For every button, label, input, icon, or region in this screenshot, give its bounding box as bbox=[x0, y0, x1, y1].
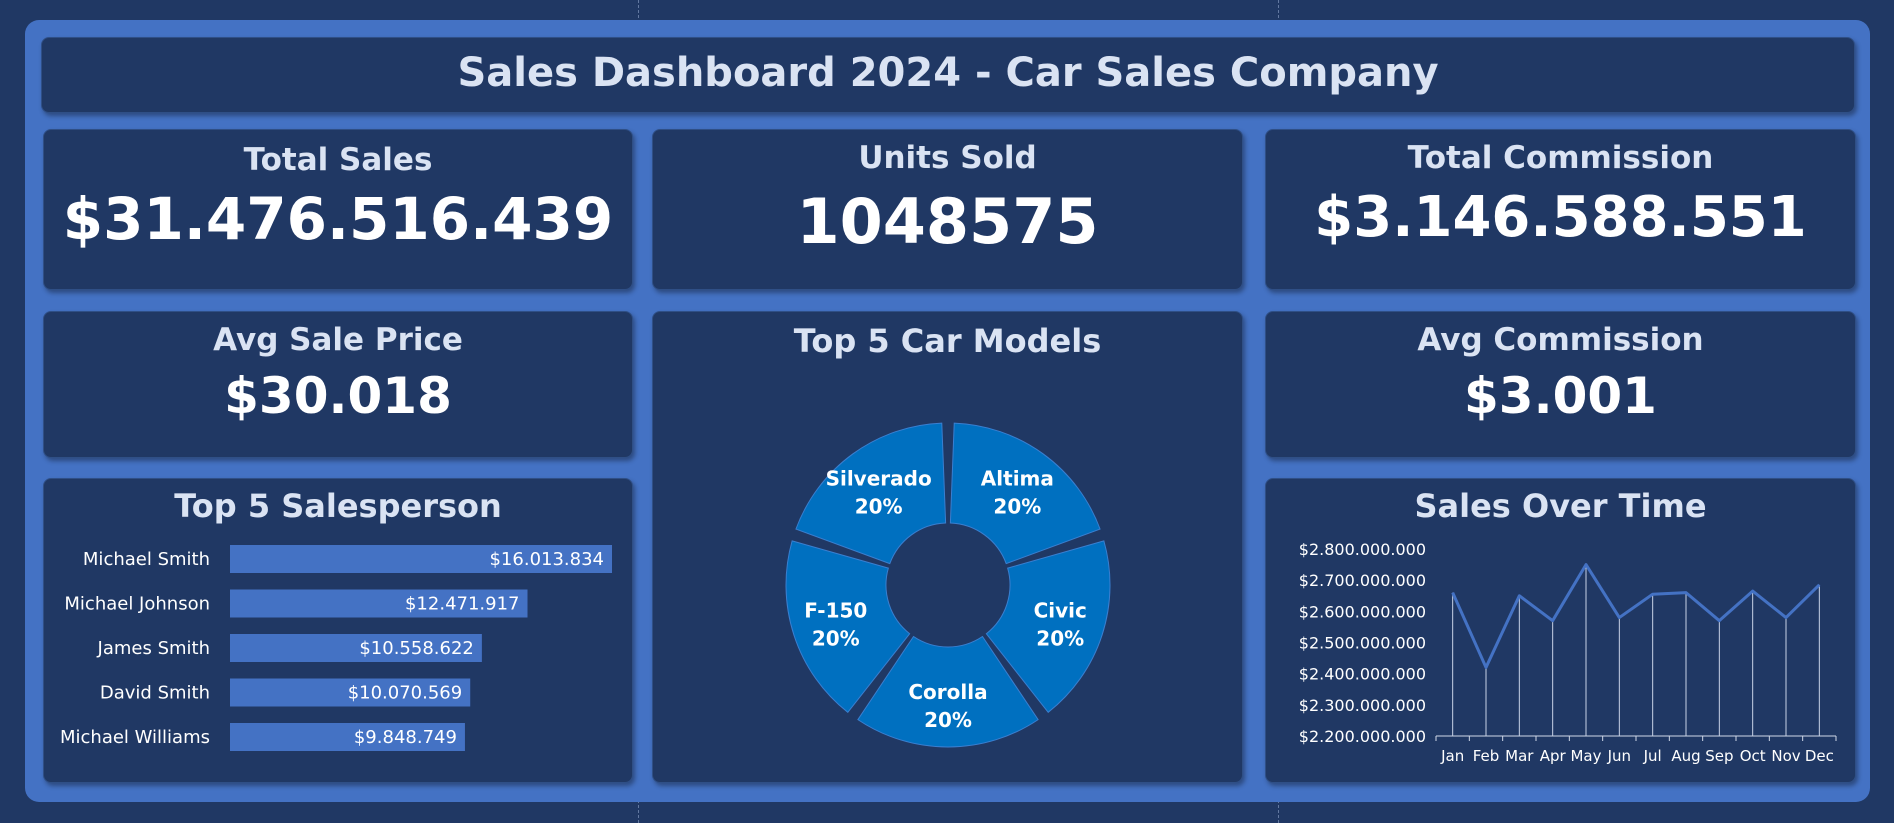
y-tick-label: $2.700.000.000 bbox=[1299, 571, 1426, 590]
bar-category-label: David Smith bbox=[100, 683, 210, 704]
kpi-avg-sale-price-label: Avg Sale Price bbox=[213, 322, 463, 358]
kpi-total-commission-value: $3.146.588.551 bbox=[1314, 185, 1807, 250]
kpi-avg-commission-card[interactable]: Avg Commission $3.001 bbox=[1265, 311, 1856, 458]
kpi-avg-sale-price-value: $30.018 bbox=[224, 367, 452, 425]
y-tick-label: $2.600.000.000 bbox=[1299, 602, 1426, 621]
y-tick-label: $2.500.000.000 bbox=[1299, 634, 1426, 653]
donut-slice-silverado bbox=[795, 422, 947, 565]
kpi-total-commission-card[interactable]: Total Commission $3.146.588.551 bbox=[1265, 129, 1856, 290]
x-tick-label: Mar bbox=[1505, 747, 1534, 765]
top-car-models-panel[interactable]: Top 5 Car Models Altima 20% Civic 20% Coroll… bbox=[652, 311, 1243, 783]
top-salesperson-panel[interactable]: Top 5 Salesperson Michael Smith $16.013.8… bbox=[43, 478, 633, 783]
kpi-total-sales-label: Total Sales bbox=[243, 142, 433, 178]
bar-category-label: Michael Smith bbox=[83, 549, 210, 570]
kpi-total-sales-card[interactable]: Total Sales $31.476.516.439 bbox=[43, 129, 633, 290]
x-tick-label: Jun bbox=[1607, 747, 1631, 765]
sales-over-time-line-chart: $2.200.000.000 $2.300.000.000 $2.400.000.0… bbox=[1299, 540, 1837, 765]
donut-slice-label: F-150 bbox=[804, 598, 867, 622]
x-tick-label: Nov bbox=[1771, 747, 1800, 765]
sales-line-series bbox=[1451, 563, 1821, 669]
donut-slice-label: Corolla bbox=[908, 680, 987, 704]
x-tick-label: Feb bbox=[1473, 747, 1500, 765]
x-tick-label: May bbox=[1570, 747, 1601, 765]
bar-category-label: James Smith bbox=[97, 638, 210, 659]
bar-value-label: $10.558.622 bbox=[359, 638, 474, 659]
top-salesperson-bar-chart: Michael Smith $16.013.834 Michael Johnson $… bbox=[60, 545, 612, 751]
bar-value-label: $9.848.749 bbox=[354, 727, 457, 748]
x-tick-label: Jul bbox=[1643, 747, 1662, 765]
kpi-units-sold-label: Units Sold bbox=[858, 140, 1037, 176]
bar-value-label: $16.013.834 bbox=[489, 549, 604, 570]
x-tick-label: Aug bbox=[1671, 747, 1700, 765]
bar-value-label: $10.070.569 bbox=[348, 683, 463, 704]
x-tick-label: Oct bbox=[1740, 747, 1766, 765]
donut-slice-altima bbox=[949, 422, 1101, 565]
donut-slice-percent: 20% bbox=[1036, 626, 1084, 650]
top-car-models-donut-chart: Altima 20% Civic 20% Corolla 20% F-150 20% Silve… bbox=[785, 422, 1111, 748]
donut-slice-percent: 20% bbox=[993, 495, 1041, 519]
x-tick-label: Jan bbox=[1440, 747, 1464, 765]
dashboard-title: Sales Dashboard 2024 - Car Sales Company bbox=[457, 50, 1439, 96]
kpi-total-commission-label: Total Commission bbox=[1407, 140, 1714, 176]
kpi-units-sold-card[interactable]: Units Sold 1048575 bbox=[652, 129, 1243, 290]
y-tick-label: $2.400.000.000 bbox=[1299, 665, 1426, 684]
bar-category-label: Michael Williams bbox=[60, 727, 210, 748]
y-tick-label: $2.200.000.000 bbox=[1299, 727, 1426, 746]
bar-category-label: Michael Johnson bbox=[64, 594, 210, 615]
title-panel: Sales Dashboard 2024 - Car Sales Company bbox=[41, 37, 1855, 113]
donut-slice-label: Civic bbox=[1034, 598, 1087, 622]
kpi-units-sold-value: 1048575 bbox=[796, 185, 1099, 258]
kpi-avg-commission-value: $3.001 bbox=[1464, 367, 1657, 425]
donut-slice-label: Altima bbox=[981, 467, 1054, 491]
kpi-total-sales-value: $31.476.516.439 bbox=[62, 185, 614, 253]
kpi-avg-commission-label: Avg Commission bbox=[1417, 322, 1704, 358]
donut-slice-percent: 20% bbox=[924, 708, 972, 732]
donut-slice-percent: 20% bbox=[855, 495, 903, 519]
donut-slice-percent: 20% bbox=[812, 626, 860, 650]
sales-over-time-panel[interactable]: Sales Over Time $2.200.000.000 $2.300.000… bbox=[1265, 478, 1856, 783]
kpi-avg-sale-price-card[interactable]: Avg Sale Price $30.018 bbox=[43, 311, 633, 458]
x-tick-label: Apr bbox=[1540, 747, 1567, 765]
x-tick-label: Sep bbox=[1705, 747, 1733, 765]
bar-value-label: $12.471.917 bbox=[405, 594, 520, 615]
y-tick-label: $2.800.000.000 bbox=[1299, 540, 1426, 559]
y-tick-label: $2.300.000.000 bbox=[1299, 696, 1426, 715]
donut-slice-label: Silverado bbox=[826, 467, 932, 491]
x-tick-label: Dec bbox=[1805, 747, 1834, 765]
